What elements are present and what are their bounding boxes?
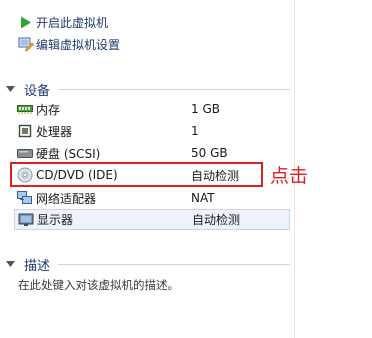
vm-summary-panel: 开启此虚拟机 编辑虚拟机设置 设备 内存 1 GB 处理器 1 硬盘 (SCSI…: [0, 0, 372, 338]
collapse-triangle-icon[interactable]: [4, 258, 16, 270]
description-section-header[interactable]: 描述: [4, 255, 51, 274]
processor-icon: [17, 123, 33, 139]
devices-section-rule: [58, 89, 290, 90]
description-section-title: 描述: [24, 258, 51, 274]
display-icon: [18, 212, 34, 228]
device-value: NAT: [191, 191, 215, 205]
device-row-processor[interactable]: 处理器 1: [14, 121, 290, 141]
annotation-click-label: 点击: [270, 165, 309, 187]
devices-section-header[interactable]: 设备: [4, 80, 51, 99]
description-section-rule: [58, 264, 290, 265]
network-adapter-icon: [17, 190, 33, 206]
power-on-label: 开启此虚拟机: [36, 15, 109, 30]
edit-vm-settings-link[interactable]: 编辑虚拟机设置: [18, 35, 120, 53]
device-value: 1: [191, 124, 199, 138]
collapse-triangle-icon[interactable]: [4, 83, 16, 95]
device-row-hard-disk[interactable]: 硬盘 (SCSI) 50 GB: [14, 143, 290, 163]
device-name: 显示器: [37, 213, 74, 227]
memory-icon: [17, 101, 33, 117]
power-on-vm-link[interactable]: 开启此虚拟机: [18, 13, 108, 31]
device-value: 50 GB: [191, 146, 228, 160]
device-name: 处理器: [36, 124, 73, 139]
devices-section-title: 设备: [24, 83, 51, 99]
device-name: 网络适配器: [36, 191, 97, 206]
edit-settings-icon: [18, 36, 34, 52]
annotation-highlight-box: [10, 162, 263, 187]
play-icon: [18, 14, 34, 30]
device-row-network-adapter[interactable]: 网络适配器 NAT: [14, 188, 290, 208]
edit-settings-label: 编辑虚拟机设置: [36, 37, 121, 52]
device-row-memory[interactable]: 内存 1 GB: [14, 99, 290, 119]
device-row-display[interactable]: 显示器 自动检测: [14, 209, 290, 230]
device-name: 内存: [36, 102, 61, 117]
device-name: 硬盘 (SCSI): [36, 146, 101, 161]
description-input[interactable]: 在此处键入对该虚拟机的描述。: [18, 277, 179, 293]
hard-disk-icon: [17, 145, 33, 161]
device-value: 1 GB: [191, 102, 220, 116]
device-value: 自动检测: [192, 213, 241, 227]
